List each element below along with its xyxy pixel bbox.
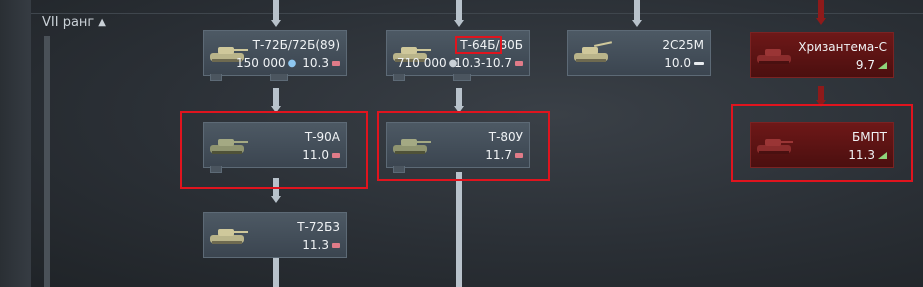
card-tab (393, 74, 405, 81)
tank-role-icon (332, 152, 340, 158)
arrow-down-icon (632, 20, 642, 27)
rank-column-line (44, 36, 50, 287)
vehicle-card-2s25m[interactable]: 2С25М 10.0 (567, 30, 711, 76)
rank-header[interactable]: VII ранг ▲ (42, 15, 106, 30)
tank-thumbnail-icon (393, 139, 431, 154)
vehicle-name: Т-64Б/80Б (460, 38, 523, 52)
vehicle-br: 11.0 (302, 148, 340, 162)
rank-label: VII ранг (42, 15, 95, 30)
tank-role-icon (515, 60, 523, 66)
vehicle-br: 11.3 (848, 148, 887, 162)
tank-role-icon (332, 60, 340, 66)
vehicle-card-t72b[interactable]: Т-72Б/72Б(89) 150 000 ● 10.3 (203, 30, 347, 81)
vehicle-br: 9.7 (856, 58, 887, 72)
vehicle-card-t80u[interactable]: Т-80У 11.7 (386, 122, 530, 173)
card-folder-tab[interactable] (453, 74, 471, 81)
vehicle-name: 2С25М (662, 38, 704, 52)
tree-connector-premium (818, 86, 824, 100)
vehicle-br: 11.7 (485, 148, 523, 162)
tank-role-icon (515, 152, 523, 158)
tree-connector (273, 178, 279, 196)
tank-role-icon (332, 242, 340, 248)
tank-thumbnail-icon (210, 229, 248, 244)
vehicle-card-khrizantema[interactable]: Хризантема-С 9.7 (750, 32, 894, 78)
chevron-up-icon: ▲ (98, 17, 106, 28)
tree-connector (273, 88, 279, 106)
arrow-down-icon (271, 106, 281, 113)
card-folder-tab[interactable] (270, 74, 288, 81)
card-tab (393, 166, 405, 173)
vehicle-name: Т-90А (304, 130, 340, 144)
vehicle-br: 11.3 (302, 238, 340, 252)
spaa-role-icon (878, 151, 887, 159)
arrow-down-icon (816, 18, 826, 25)
vehicle-br: 10.3 (302, 56, 340, 70)
tank-thumbnail-icon (757, 139, 793, 154)
arrow-down-icon (816, 100, 826, 107)
tree-connector-premium (818, 0, 824, 18)
tree-connector (273, 258, 279, 287)
left-edge-panel (0, 0, 31, 287)
vehicle-name: Хризантема-С (798, 40, 887, 54)
vehicle-price: 710 000 ● (397, 56, 458, 70)
vehicle-card-t90a[interactable]: Т-90А 11.0 (203, 122, 347, 173)
arrow-down-icon (454, 106, 464, 113)
arrow-down-icon (454, 20, 464, 27)
vehicle-price: 150 000 ● (236, 56, 297, 70)
light-tank-role-icon (694, 61, 704, 65)
vehicle-br: 10.0 (664, 56, 704, 70)
vehicle-name: Т-72Б/72Б(89) (252, 38, 340, 52)
arrow-down-icon (271, 20, 281, 27)
vehicle-name: БМПТ (852, 130, 887, 144)
tank-thumbnail-icon (574, 41, 612, 62)
tank-thumbnail-icon (757, 49, 791, 64)
vehicle-card-bmpt[interactable]: БМПТ 11.3 (750, 122, 894, 168)
spaa-role-icon (878, 61, 887, 69)
tree-connector (456, 172, 462, 287)
tree-connector (273, 0, 279, 20)
tree-connector (634, 0, 640, 20)
card-tab (210, 74, 222, 81)
arrow-down-icon (271, 196, 281, 203)
tree-connector (456, 0, 462, 20)
rank-separator (31, 13, 923, 14)
tank-thumbnail-icon (210, 139, 248, 154)
silver-lion-icon: ● (287, 57, 297, 69)
vehicle-card-t72b3[interactable]: Т-72Б3 11.3 (203, 212, 347, 258)
tree-connector (456, 88, 462, 106)
vehicle-card-t64b[interactable]: Т-64Б/80Б 710 000 ● 10.3-10.7 (386, 30, 530, 81)
card-tab (210, 166, 222, 173)
vehicle-name: Т-80У (488, 130, 523, 144)
vehicle-br: 10.3-10.7 (454, 56, 523, 70)
vehicle-name: Т-72Б3 (297, 220, 340, 234)
